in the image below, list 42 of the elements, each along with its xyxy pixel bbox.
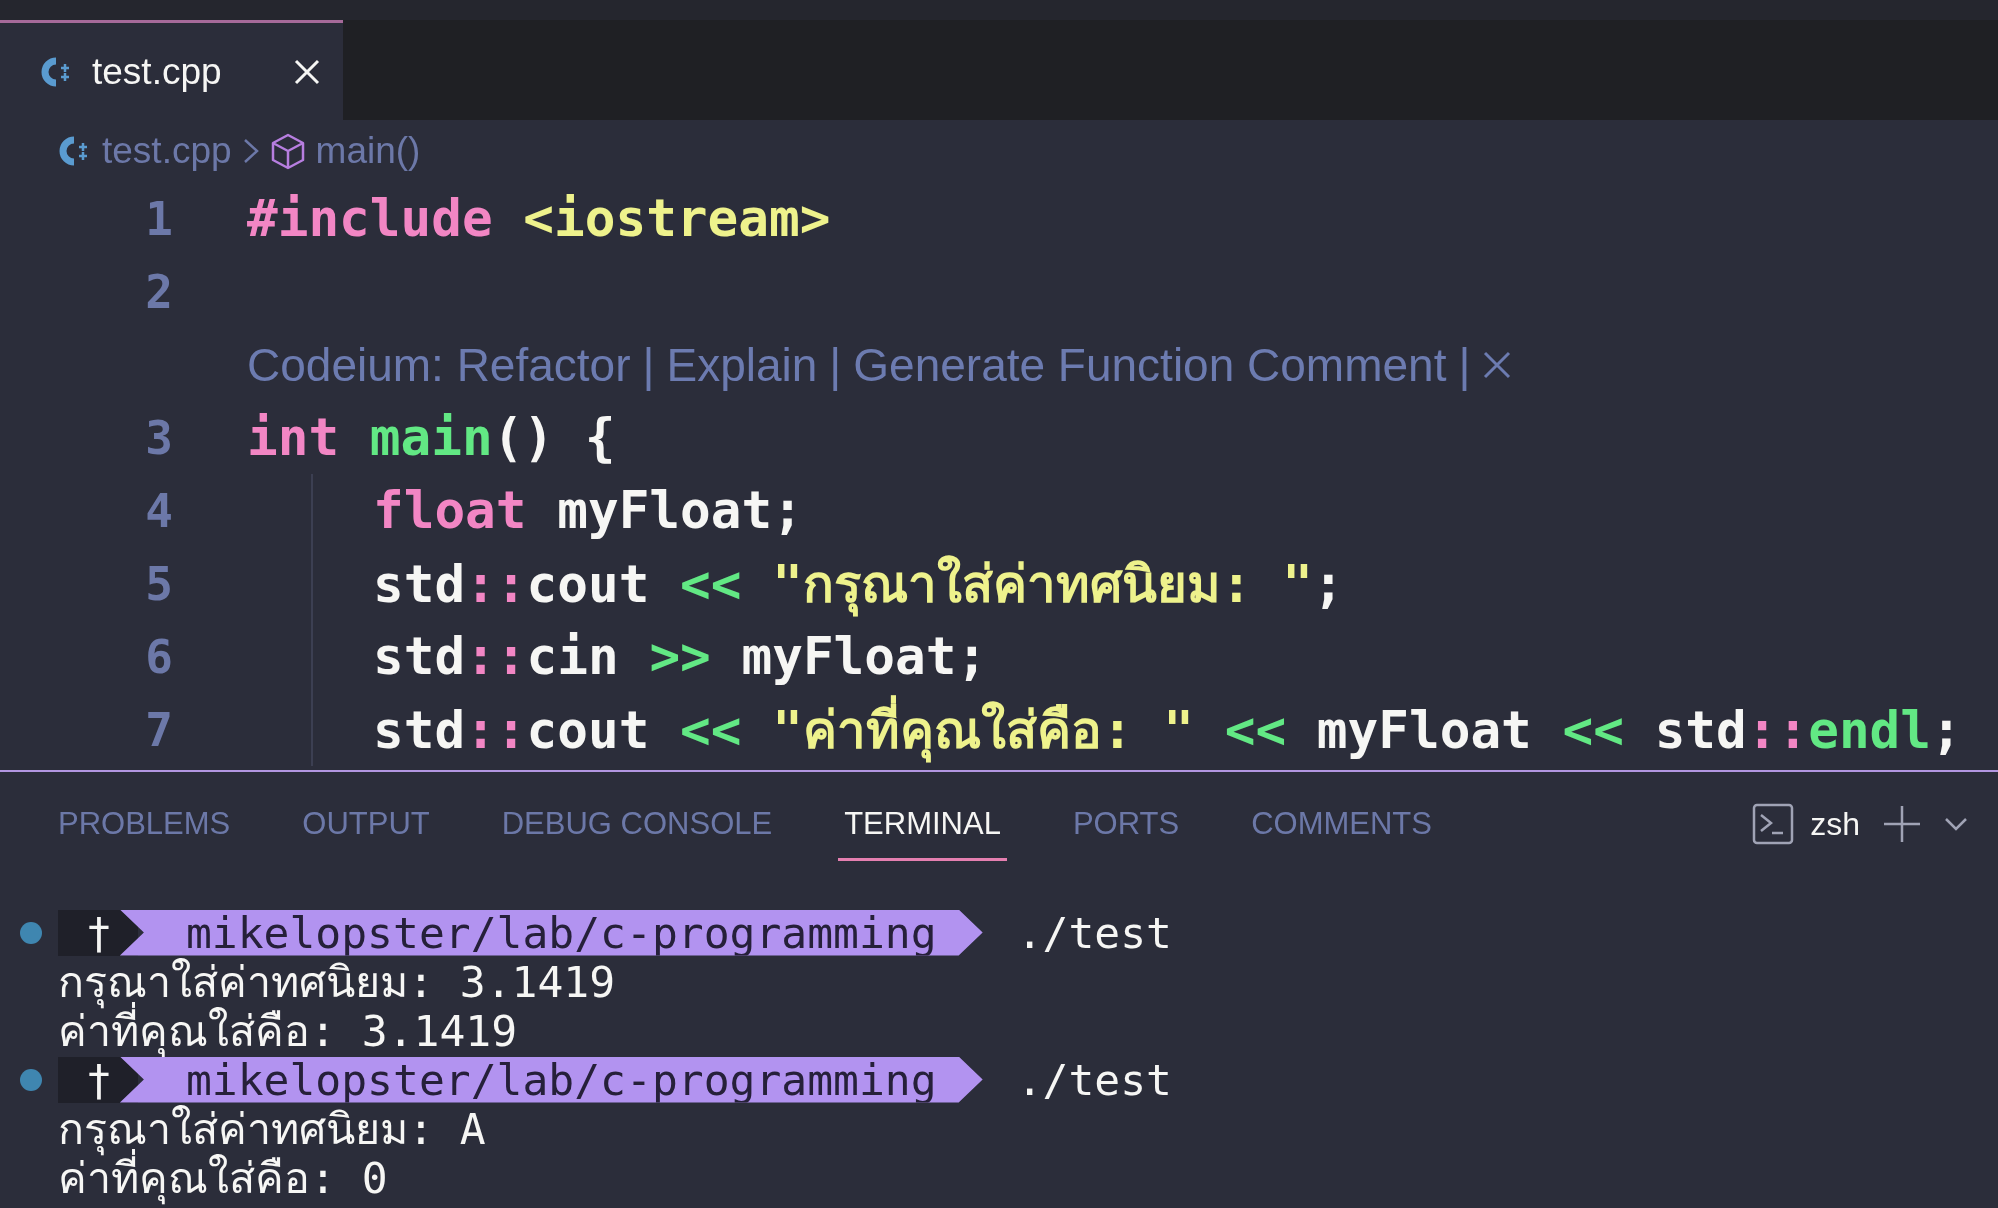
prompt-path: mikelopster/lab/c-programming bbox=[119, 1056, 983, 1103]
line-number: 1 bbox=[144, 191, 173, 246]
panel-tab[interactable]: COMMENTS bbox=[1245, 772, 1438, 876]
codelens-link[interactable]: Generate Function Comment bbox=[853, 337, 1447, 392]
close-icon bbox=[1482, 349, 1513, 380]
code-line: std::cout << "กรุณาใส่ค่าทศนิยม: "; bbox=[373, 543, 1344, 624]
status-dot bbox=[20, 921, 42, 944]
line-number: 4 bbox=[144, 483, 173, 538]
code-line: #include <iostream> bbox=[247, 189, 831, 248]
line-number: 6 bbox=[144, 629, 173, 684]
line-number: 3 bbox=[144, 410, 173, 465]
panel-tab[interactable]: PROBLEMS bbox=[52, 772, 237, 876]
separator-text: | bbox=[829, 337, 842, 392]
code-line: std::cout << "ค่าที่คุณใส่คือ: " << myFloat << std::endl; bbox=[373, 689, 1962, 770]
prompt-symbol: † bbox=[58, 1056, 138, 1103]
breadcrumb-item[interactable]: main() bbox=[315, 130, 421, 172]
plus-icon bbox=[1882, 804, 1922, 844]
terminal-command: ./test bbox=[1016, 1054, 1172, 1105]
panel-tab[interactable]: OUTPUT bbox=[296, 772, 436, 876]
line-number: 5 bbox=[144, 556, 173, 611]
codelens-link[interactable]: Codeium: Refactor bbox=[247, 337, 631, 392]
breadcrumb-item[interactable]: test.cpp bbox=[102, 130, 232, 172]
panel-tab[interactable]: PORTS bbox=[1066, 772, 1186, 876]
prompt-symbol: † bbox=[58, 909, 138, 956]
file-tab[interactable]: test.cpp bbox=[0, 20, 343, 120]
line-number: 2 bbox=[144, 264, 173, 319]
panel-tab[interactable]: DEBUG CONSOLE bbox=[495, 772, 779, 876]
close-icon bbox=[293, 57, 321, 86]
code-line: int main() { bbox=[247, 408, 616, 467]
terminal-selector[interactable]: zsh bbox=[1752, 803, 1860, 845]
cube-icon bbox=[269, 132, 306, 170]
separator-text: | bbox=[1458, 337, 1471, 392]
code-line: float myFloat; bbox=[373, 481, 803, 540]
code-line: std::cin >> myFloat; bbox=[373, 627, 988, 686]
terminal-icon bbox=[1752, 803, 1795, 845]
terminal-command: ./test bbox=[1016, 907, 1172, 958]
codelens-link[interactable]: Explain bbox=[666, 337, 818, 392]
status-dot bbox=[20, 1068, 42, 1091]
chevron-down-icon bbox=[1944, 816, 1968, 832]
prompt-path: mikelopster/lab/c-programming bbox=[119, 909, 983, 956]
separator-text: | bbox=[642, 337, 655, 392]
line-number: 7 bbox=[144, 702, 173, 757]
